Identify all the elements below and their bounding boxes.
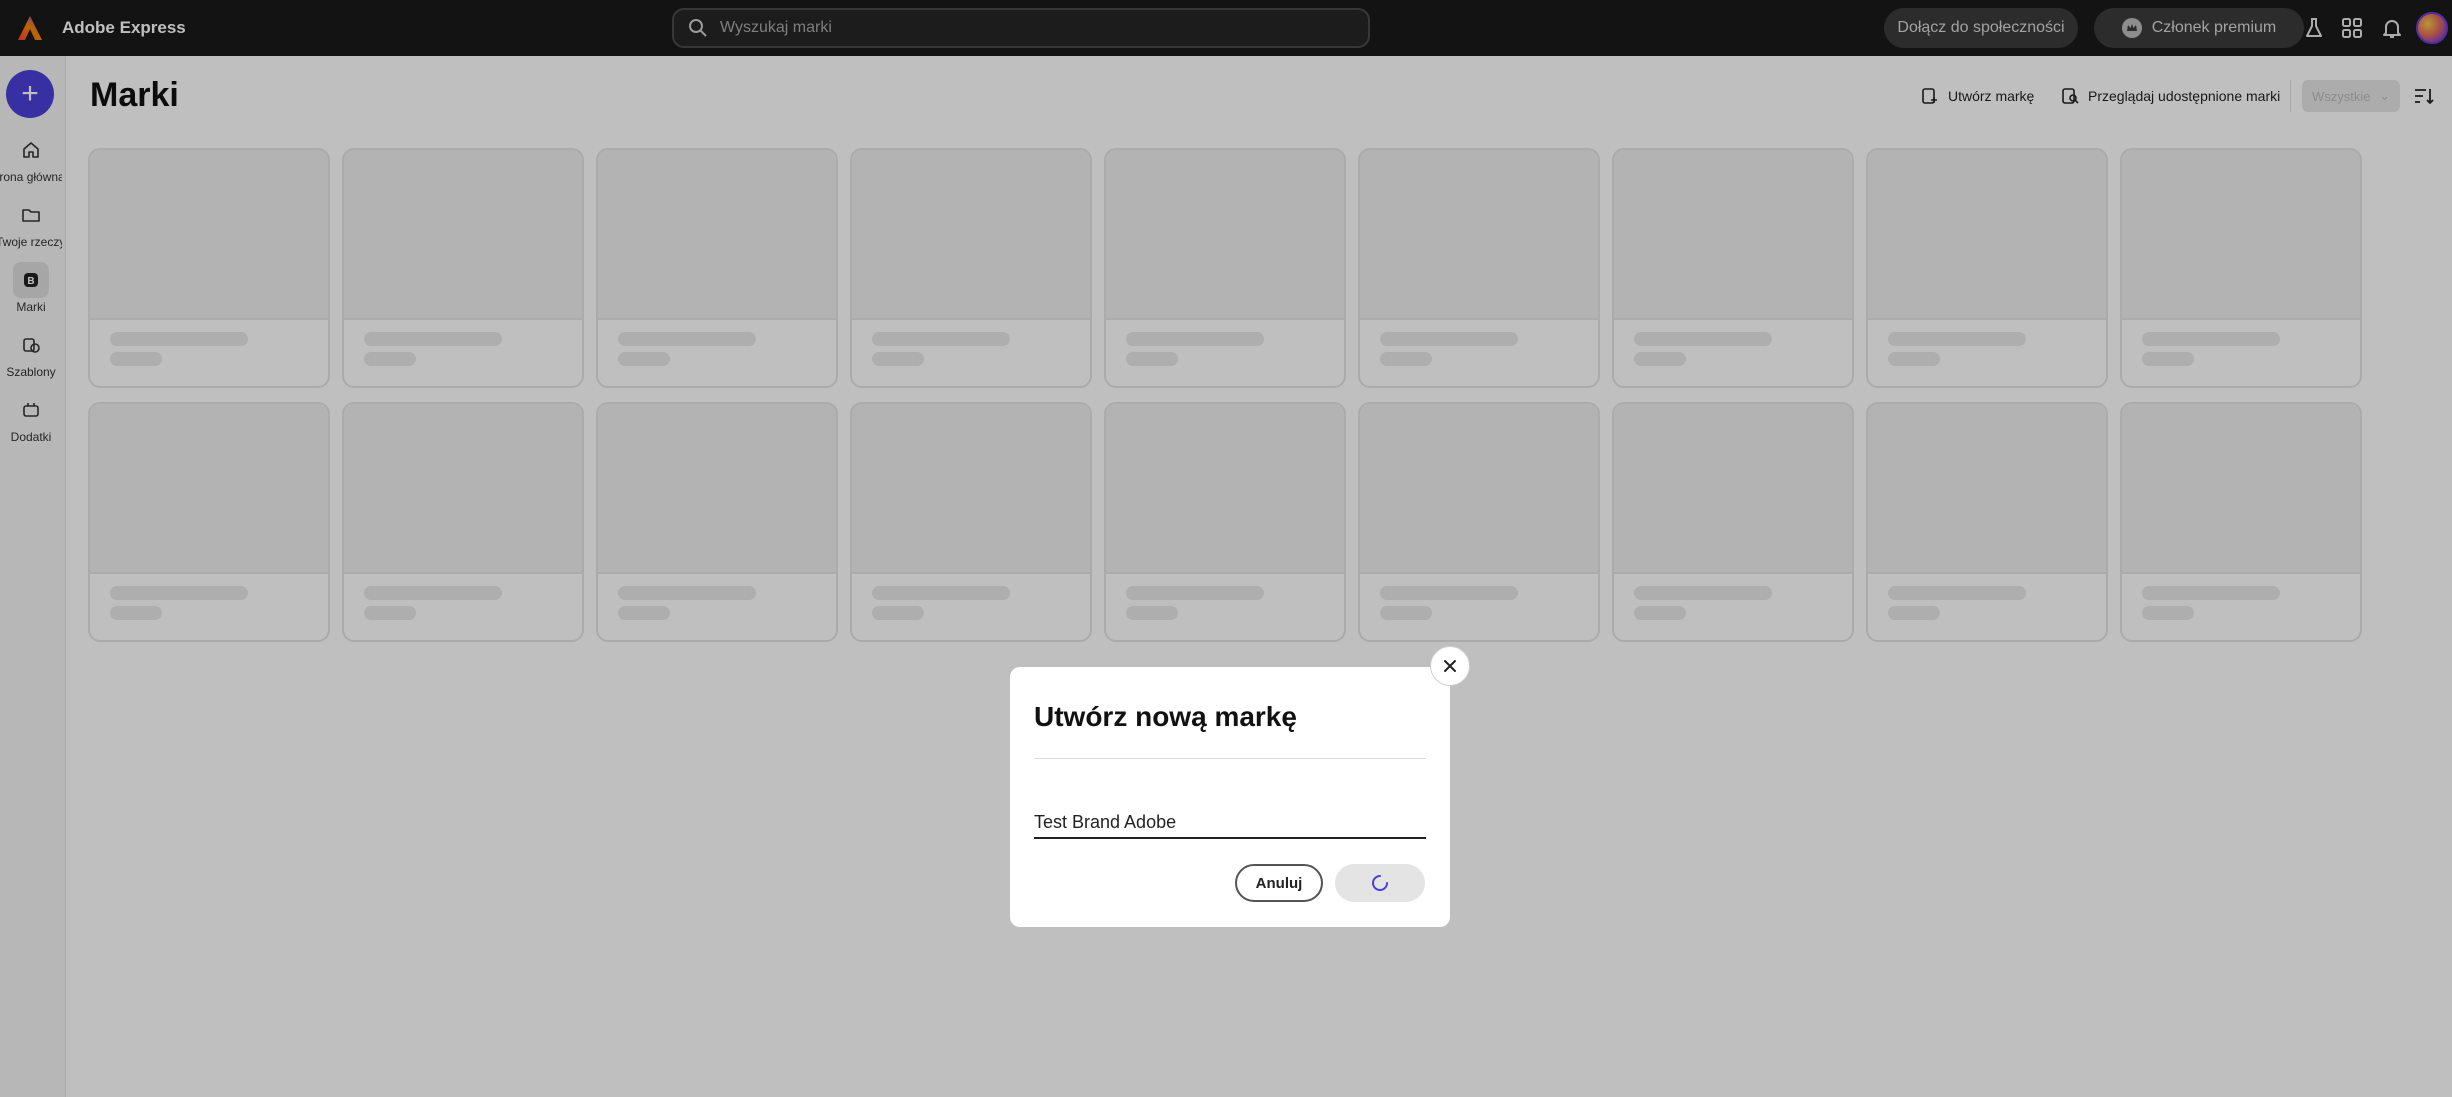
create-brand-dialog: Utwórz nową markę Anuluj xyxy=(1010,667,1450,927)
modal-overlay[interactable] xyxy=(0,0,2452,1097)
dialog-title: Utwórz nową markę xyxy=(1034,701,1297,732)
cancel-button[interactable]: Anuluj xyxy=(1235,864,1323,902)
dialog-close-button[interactable] xyxy=(1430,646,1470,686)
loading-spinner-icon xyxy=(1372,875,1388,891)
close-icon xyxy=(1444,660,1456,672)
dialog-divider xyxy=(1034,758,1426,759)
brand-name-input[interactable] xyxy=(1034,807,1426,839)
create-button[interactable] xyxy=(1335,864,1425,902)
